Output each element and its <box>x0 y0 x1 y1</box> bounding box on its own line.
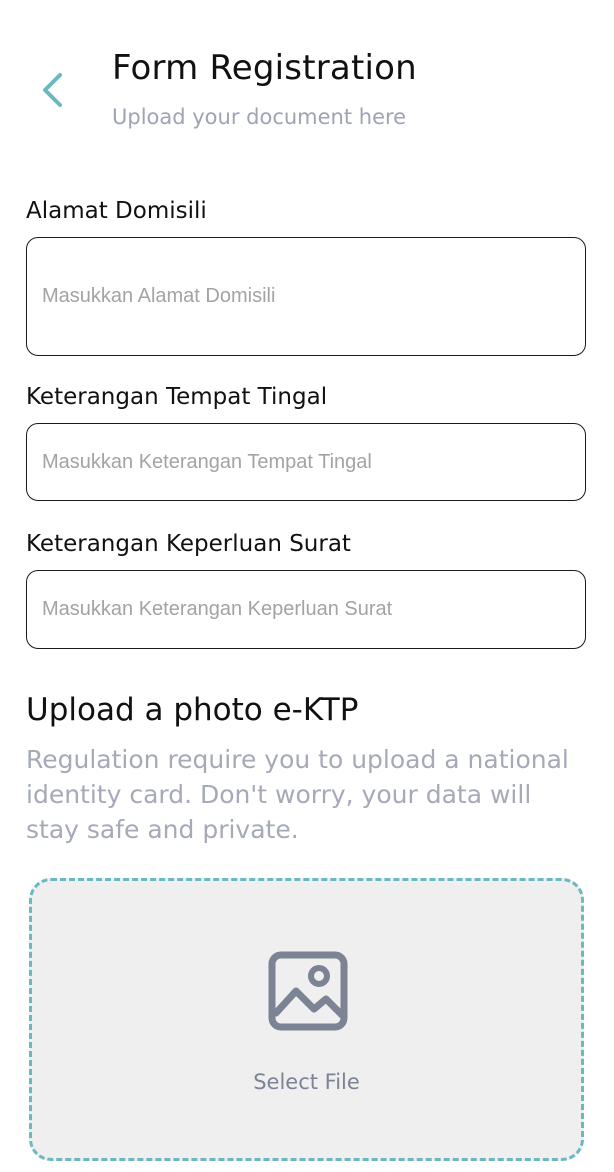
chevron-left-icon <box>43 73 62 107</box>
select-file-label[interactable]: Select File <box>32 1070 581 1094</box>
keperluan-surat-label: Keterangan Keperluan Surat <box>26 531 351 557</box>
back-button[interactable] <box>34 70 70 110</box>
upload-description: Regulation require you to upload a natio… <box>26 745 569 844</box>
upload-heading: Upload a photo e-KTP <box>26 692 359 728</box>
tempat-tinggal-input[interactable] <box>26 423 586 501</box>
tempat-tinggal-label: Keterangan Tempat Tingal <box>26 384 328 410</box>
file-dropzone[interactable]: Select File <box>29 878 584 1161</box>
registration-screen: Form Registration Upload your document h… <box>0 0 614 1172</box>
page-title: Form Registration <box>112 48 417 88</box>
image-icon <box>268 951 348 1031</box>
alamat-domisili-input[interactable] <box>26 237 586 356</box>
page-subtitle: Upload your document here <box>112 105 407 129</box>
alamat-domisili-label: Alamat Domisili <box>26 198 207 224</box>
keperluan-surat-input[interactable] <box>26 570 586 649</box>
